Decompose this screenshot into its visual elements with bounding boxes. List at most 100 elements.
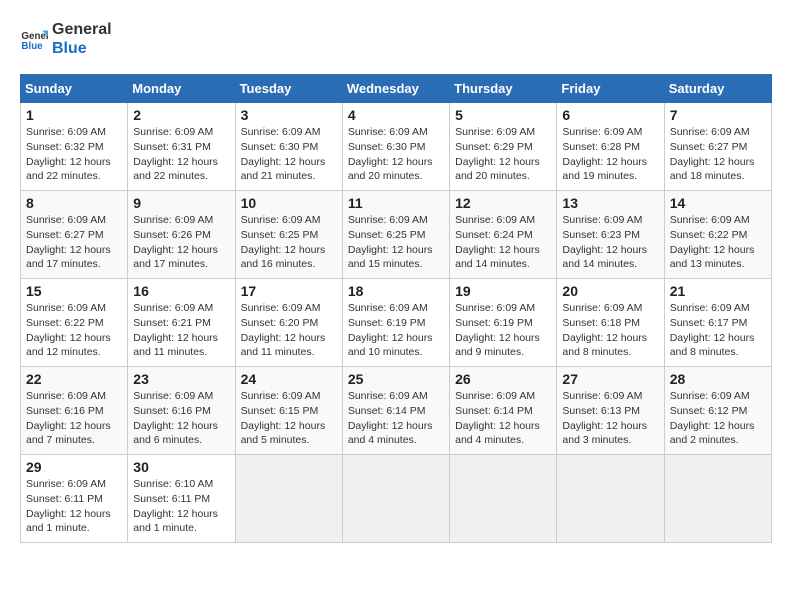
day-number: 20 bbox=[562, 283, 658, 299]
calendar-cell: 25 Sunrise: 6:09 AM Sunset: 6:14 PM Dayl… bbox=[342, 367, 449, 455]
day-info: Sunrise: 6:09 AM Sunset: 6:27 PM Dayligh… bbox=[26, 213, 122, 272]
day-number: 10 bbox=[241, 195, 337, 211]
calendar-cell: 12 Sunrise: 6:09 AM Sunset: 6:24 PM Dayl… bbox=[450, 191, 557, 279]
day-info: Sunrise: 6:09 AM Sunset: 6:24 PM Dayligh… bbox=[455, 213, 551, 272]
day-number: 27 bbox=[562, 371, 658, 387]
calendar-cell: 27 Sunrise: 6:09 AM Sunset: 6:13 PM Dayl… bbox=[557, 367, 664, 455]
calendar-cell: 6 Sunrise: 6:09 AM Sunset: 6:28 PM Dayli… bbox=[557, 103, 664, 191]
day-info: Sunrise: 6:09 AM Sunset: 6:11 PM Dayligh… bbox=[26, 477, 122, 536]
day-info: Sunrise: 6:09 AM Sunset: 6:22 PM Dayligh… bbox=[670, 213, 766, 272]
calendar-cell: 5 Sunrise: 6:09 AM Sunset: 6:29 PM Dayli… bbox=[450, 103, 557, 191]
day-number: 17 bbox=[241, 283, 337, 299]
day-number: 9 bbox=[133, 195, 229, 211]
day-info: Sunrise: 6:09 AM Sunset: 6:31 PM Dayligh… bbox=[133, 125, 229, 184]
day-info: Sunrise: 6:09 AM Sunset: 6:21 PM Dayligh… bbox=[133, 301, 229, 360]
day-info: Sunrise: 6:09 AM Sunset: 6:27 PM Dayligh… bbox=[670, 125, 766, 184]
day-number: 29 bbox=[26, 459, 122, 475]
day-number: 19 bbox=[455, 283, 551, 299]
weekday-header: Saturday bbox=[664, 75, 771, 103]
logo-text-general: General bbox=[52, 20, 112, 39]
logo: General Blue General Blue bbox=[20, 20, 112, 58]
day-info: Sunrise: 6:09 AM Sunset: 6:30 PM Dayligh… bbox=[241, 125, 337, 184]
day-info: Sunrise: 6:09 AM Sunset: 6:15 PM Dayligh… bbox=[241, 389, 337, 448]
calendar-cell: 7 Sunrise: 6:09 AM Sunset: 6:27 PM Dayli… bbox=[664, 103, 771, 191]
day-info: Sunrise: 6:09 AM Sunset: 6:25 PM Dayligh… bbox=[348, 213, 444, 272]
weekday-header: Sunday bbox=[21, 75, 128, 103]
calendar-week-row: 8 Sunrise: 6:09 AM Sunset: 6:27 PM Dayli… bbox=[21, 191, 772, 279]
day-number: 6 bbox=[562, 107, 658, 123]
calendar-cell: 4 Sunrise: 6:09 AM Sunset: 6:30 PM Dayli… bbox=[342, 103, 449, 191]
day-number: 3 bbox=[241, 107, 337, 123]
day-number: 24 bbox=[241, 371, 337, 387]
day-info: Sunrise: 6:09 AM Sunset: 6:20 PM Dayligh… bbox=[241, 301, 337, 360]
calendar-cell: 22 Sunrise: 6:09 AM Sunset: 6:16 PM Dayl… bbox=[21, 367, 128, 455]
calendar-cell: 29 Sunrise: 6:09 AM Sunset: 6:11 PM Dayl… bbox=[21, 455, 128, 543]
day-info: Sunrise: 6:09 AM Sunset: 6:26 PM Dayligh… bbox=[133, 213, 229, 272]
calendar-cell: 26 Sunrise: 6:09 AM Sunset: 6:14 PM Dayl… bbox=[450, 367, 557, 455]
day-info: Sunrise: 6:09 AM Sunset: 6:22 PM Dayligh… bbox=[26, 301, 122, 360]
weekday-header: Tuesday bbox=[235, 75, 342, 103]
svg-text:Blue: Blue bbox=[21, 41, 43, 52]
calendar-cell bbox=[664, 455, 771, 543]
calendar-cell: 10 Sunrise: 6:09 AM Sunset: 6:25 PM Dayl… bbox=[235, 191, 342, 279]
day-number: 16 bbox=[133, 283, 229, 299]
day-number: 15 bbox=[26, 283, 122, 299]
calendar-cell: 3 Sunrise: 6:09 AM Sunset: 6:30 PM Dayli… bbox=[235, 103, 342, 191]
calendar-cell: 30 Sunrise: 6:10 AM Sunset: 6:11 PM Dayl… bbox=[128, 455, 235, 543]
calendar-cell bbox=[342, 455, 449, 543]
day-number: 22 bbox=[26, 371, 122, 387]
calendar-cell: 21 Sunrise: 6:09 AM Sunset: 6:17 PM Dayl… bbox=[664, 279, 771, 367]
calendar-week-row: 22 Sunrise: 6:09 AM Sunset: 6:16 PM Dayl… bbox=[21, 367, 772, 455]
calendar-cell: 16 Sunrise: 6:09 AM Sunset: 6:21 PM Dayl… bbox=[128, 279, 235, 367]
calendar-cell bbox=[450, 455, 557, 543]
day-number: 23 bbox=[133, 371, 229, 387]
day-info: Sunrise: 6:09 AM Sunset: 6:14 PM Dayligh… bbox=[455, 389, 551, 448]
calendar-cell: 14 Sunrise: 6:09 AM Sunset: 6:22 PM Dayl… bbox=[664, 191, 771, 279]
day-info: Sunrise: 6:09 AM Sunset: 6:16 PM Dayligh… bbox=[133, 389, 229, 448]
calendar-cell: 18 Sunrise: 6:09 AM Sunset: 6:19 PM Dayl… bbox=[342, 279, 449, 367]
day-number: 21 bbox=[670, 283, 766, 299]
day-info: Sunrise: 6:09 AM Sunset: 6:17 PM Dayligh… bbox=[670, 301, 766, 360]
calendar-week-row: 1 Sunrise: 6:09 AM Sunset: 6:32 PM Dayli… bbox=[21, 103, 772, 191]
calendar-table: SundayMondayTuesdayWednesdayThursdayFrid… bbox=[20, 74, 772, 543]
day-info: Sunrise: 6:09 AM Sunset: 6:13 PM Dayligh… bbox=[562, 389, 658, 448]
day-info: Sunrise: 6:09 AM Sunset: 6:12 PM Dayligh… bbox=[670, 389, 766, 448]
day-info: Sunrise: 6:09 AM Sunset: 6:19 PM Dayligh… bbox=[348, 301, 444, 360]
day-info: Sunrise: 6:09 AM Sunset: 6:29 PM Dayligh… bbox=[455, 125, 551, 184]
calendar-cell: 11 Sunrise: 6:09 AM Sunset: 6:25 PM Dayl… bbox=[342, 191, 449, 279]
day-number: 13 bbox=[562, 195, 658, 211]
day-info: Sunrise: 6:09 AM Sunset: 6:25 PM Dayligh… bbox=[241, 213, 337, 272]
day-number: 28 bbox=[670, 371, 766, 387]
calendar-cell: 19 Sunrise: 6:09 AM Sunset: 6:19 PM Dayl… bbox=[450, 279, 557, 367]
day-info: Sunrise: 6:09 AM Sunset: 6:32 PM Dayligh… bbox=[26, 125, 122, 184]
day-number: 12 bbox=[455, 195, 551, 211]
weekday-header: Friday bbox=[557, 75, 664, 103]
day-number: 8 bbox=[26, 195, 122, 211]
day-number: 1 bbox=[26, 107, 122, 123]
weekday-header: Wednesday bbox=[342, 75, 449, 103]
calendar-cell: 15 Sunrise: 6:09 AM Sunset: 6:22 PM Dayl… bbox=[21, 279, 128, 367]
day-number: 2 bbox=[133, 107, 229, 123]
calendar-header: SundayMondayTuesdayWednesdayThursdayFrid… bbox=[21, 75, 772, 103]
logo-icon: General Blue bbox=[20, 25, 48, 53]
day-number: 7 bbox=[670, 107, 766, 123]
day-info: Sunrise: 6:09 AM Sunset: 6:23 PM Dayligh… bbox=[562, 213, 658, 272]
calendar-cell: 13 Sunrise: 6:09 AM Sunset: 6:23 PM Dayl… bbox=[557, 191, 664, 279]
day-info: Sunrise: 6:09 AM Sunset: 6:16 PM Dayligh… bbox=[26, 389, 122, 448]
calendar-cell: 2 Sunrise: 6:09 AM Sunset: 6:31 PM Dayli… bbox=[128, 103, 235, 191]
calendar-cell: 17 Sunrise: 6:09 AM Sunset: 6:20 PM Dayl… bbox=[235, 279, 342, 367]
calendar-cell: 20 Sunrise: 6:09 AM Sunset: 6:18 PM Dayl… bbox=[557, 279, 664, 367]
day-number: 25 bbox=[348, 371, 444, 387]
calendar-cell: 23 Sunrise: 6:09 AM Sunset: 6:16 PM Dayl… bbox=[128, 367, 235, 455]
page-header: General Blue General Blue bbox=[20, 20, 772, 58]
day-info: Sunrise: 6:09 AM Sunset: 6:28 PM Dayligh… bbox=[562, 125, 658, 184]
weekday-header: Monday bbox=[128, 75, 235, 103]
day-number: 30 bbox=[133, 459, 229, 475]
weekday-header: Thursday bbox=[450, 75, 557, 103]
day-info: Sunrise: 6:10 AM Sunset: 6:11 PM Dayligh… bbox=[133, 477, 229, 536]
day-info: Sunrise: 6:09 AM Sunset: 6:19 PM Dayligh… bbox=[455, 301, 551, 360]
calendar-cell: 9 Sunrise: 6:09 AM Sunset: 6:26 PM Dayli… bbox=[128, 191, 235, 279]
day-number: 18 bbox=[348, 283, 444, 299]
day-info: Sunrise: 6:09 AM Sunset: 6:30 PM Dayligh… bbox=[348, 125, 444, 184]
day-info: Sunrise: 6:09 AM Sunset: 6:14 PM Dayligh… bbox=[348, 389, 444, 448]
